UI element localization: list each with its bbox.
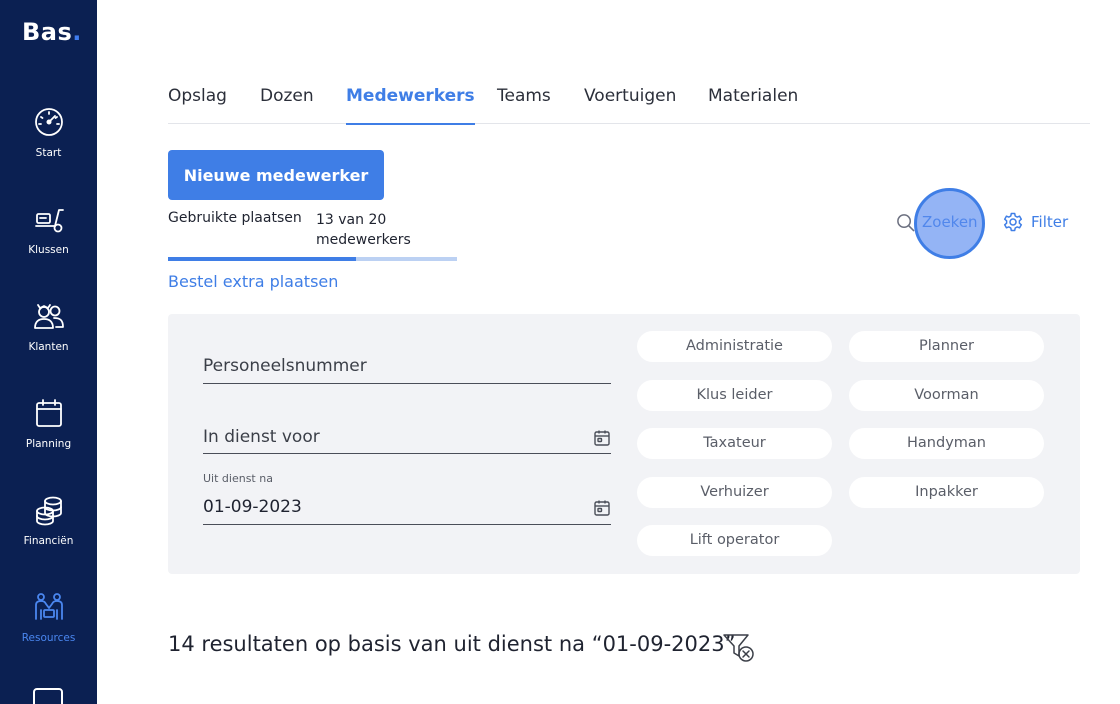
sidebar: Bas. Start Klussen Klanten Planning Fina… [0,0,97,704]
role-chip-administratie[interactable]: Administratie [637,331,832,362]
sidebar-item-financien[interactable]: Financiën [0,493,97,573]
sidebar-item-label: Klussen [28,244,69,256]
order-extra-seats-link[interactable]: Bestel extra plaatsen [168,272,338,291]
filter-label: Filter [1031,213,1069,231]
filter-button[interactable]: Filter [1003,208,1068,236]
tab-materialen[interactable]: Materialen [708,86,798,124]
used-seats-value: 13 van 20 medewerkers [316,212,411,248]
new-employee-button[interactable]: Nieuwe medewerker [168,150,384,200]
calendar-icon[interactable] [593,429,611,447]
gear-icon [1003,212,1023,232]
role-chip-inpakker[interactable]: Inpakker [849,477,1044,508]
sidebar-item-resources[interactable]: Resources [0,590,97,670]
sidebar-item-label: Resources [21,632,76,644]
role-chip-taxateur[interactable]: Taxateur [637,428,832,459]
clear-filter-icon[interactable] [722,632,756,664]
more-icon[interactable] [33,688,63,704]
seats-progress-bar [168,257,457,261]
seats-progress-fill [168,257,356,261]
sidebar-item-label: Klanten [28,341,69,353]
sidebar-item-label: Start [35,147,62,159]
sidebar-item-klanten[interactable]: Klanten [0,299,97,379]
in-service-before-placeholder: In dienst voor [203,427,320,447]
used-seats-label: Gebruikte plaatsen [168,210,302,226]
calendar-icon [35,399,62,427]
brand-logo[interactable]: Bas. [22,18,82,46]
tab-bar: Opslag Dozen Medewerkers Teams Voertuige… [168,86,1090,125]
results-summary: 14 resultaten op basis van uit dienst na… [168,632,736,656]
team-icon [34,593,63,620]
out-of-service-after-value: 01-09-2023 [203,497,302,517]
role-chip-klus-leider[interactable]: Klus leider [637,380,832,411]
truck-dolly-icon [34,209,64,233]
sidebar-item-klussen[interactable]: Klussen [0,202,97,282]
tab-voertuigen[interactable]: Voertuigen [584,86,676,124]
in-service-before-field[interactable]: In dienst voor [203,424,611,454]
coins-icon [35,496,62,526]
sidebar-item-label: Planning [25,438,72,450]
sidebar-item-start[interactable]: Start [0,105,97,185]
customers-icon [33,304,64,329]
personnel-number-placeholder: Personeelsnummer [203,356,367,376]
personnel-number-field[interactable]: Personeelsnummer [203,352,611,384]
sidebar-item-label: Financiën [23,535,74,547]
out-of-service-after-field[interactable]: Uit dienst na 01-09-2023 [203,472,611,525]
tab-dozen[interactable]: Dozen [260,86,314,124]
role-chip-voorman[interactable]: Voorman [849,380,1044,411]
filter-panel: Personeelsnummer In dienst voor Uit dien… [168,314,1080,574]
calendar-icon[interactable] [593,499,611,517]
role-chip-planner[interactable]: Planner [849,331,1044,362]
search-label: Zoeken [922,213,978,231]
search-button[interactable]: Zoeken [896,208,978,236]
role-chip-lift-operator[interactable]: Lift operator [637,525,832,556]
sidebar-item-planning[interactable]: Planning [0,396,97,476]
search-icon [897,213,915,231]
role-chip-handyman[interactable]: Handyman [849,428,1044,459]
role-chip-verhuizer[interactable]: Verhuizer [637,477,832,508]
gauge-icon [34,108,63,136]
tab-opslag[interactable]: Opslag [168,86,227,124]
out-of-service-after-label: Uit dienst na [203,472,273,485]
tab-teams[interactable]: Teams [497,86,551,124]
tab-medewerkers[interactable]: Medewerkers [346,86,475,125]
